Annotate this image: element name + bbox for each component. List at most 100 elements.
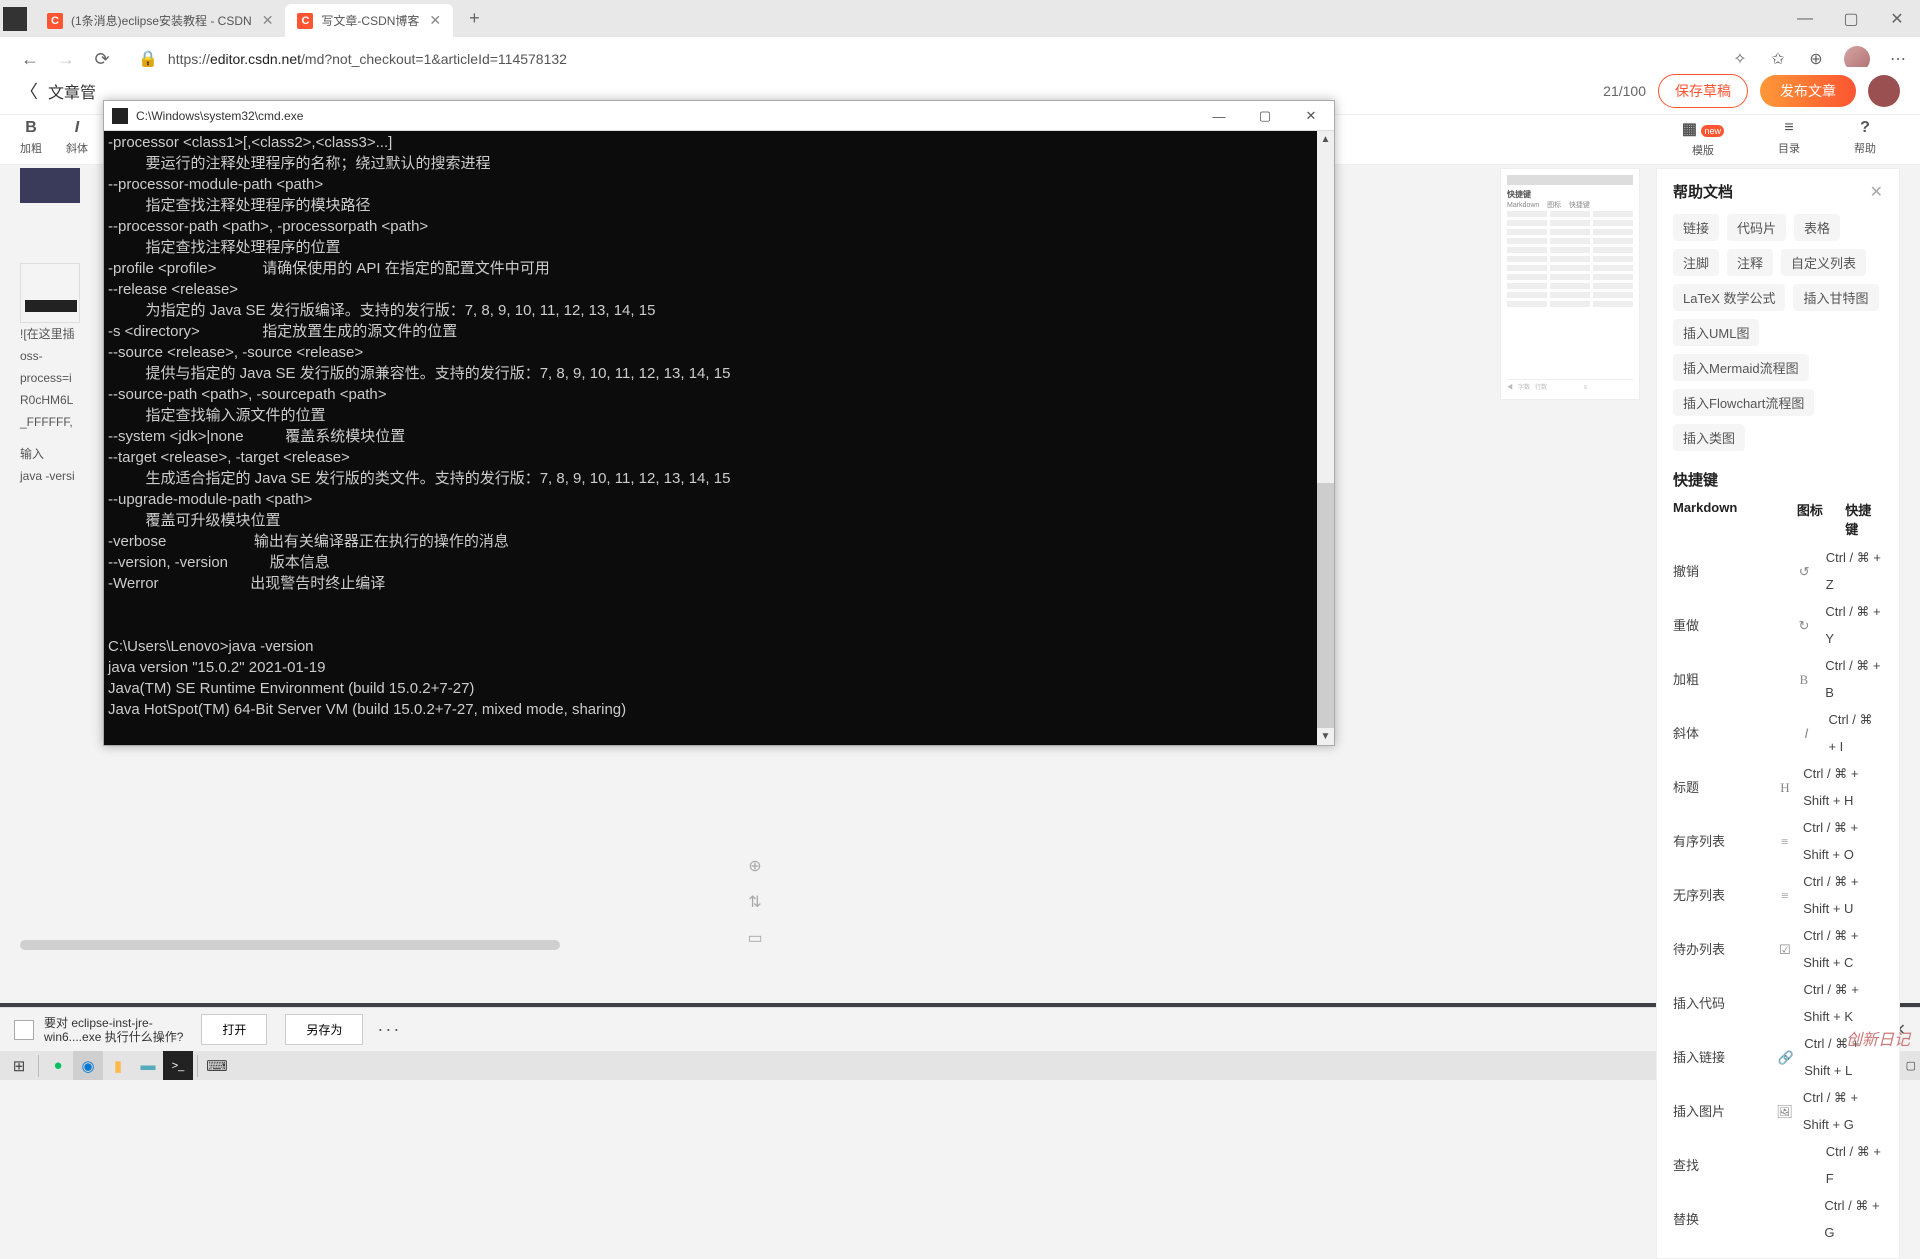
editor-scrollbar[interactable] [20, 940, 760, 950]
shortcut-row: 撤销↺Ctrl / ⌘ + Z [1673, 544, 1883, 598]
shortcut-row: 插入代码Ctrl / ⌘ + Shift + K [1673, 976, 1883, 1030]
notifications-icon[interactable]: ▢ [1906, 1059, 1916, 1072]
help-title: 帮助文档 [1673, 181, 1733, 202]
toc-button[interactable]: ≡目录 [1778, 119, 1800, 158]
tab-title: (1条消息)eclipse安装教程 - CSDN [71, 12, 252, 29]
scroll-down-icon[interactable]: ▼ [1317, 728, 1334, 745]
help-tag[interactable]: 表格 [1794, 214, 1840, 241]
help-tag[interactable]: LaTeX 数学公式 [1673, 284, 1785, 311]
scroll-up-icon[interactable]: ▲ [1317, 131, 1334, 148]
editor-left-content[interactable]: ![在这里插 oss- process=i R0cHM6L _FFFFFF, 输… [20, 168, 105, 487]
editor-text: oss- [20, 345, 105, 367]
title-char-count: 21/100 [1603, 83, 1646, 99]
minimize-button[interactable]: — [1782, 0, 1828, 37]
help-tag[interactable]: 插入甘特图 [1793, 284, 1878, 311]
publish-button[interactable]: 发布文章 [1760, 75, 1856, 107]
shortcut-row: 插入图片🖼Ctrl / ⌘ + Shift + G [1673, 1084, 1883, 1138]
cmd-content[interactable]: -processor <class1>[,<class2>,<class3>..… [104, 131, 1334, 745]
help-tag[interactable]: 插入类图 [1673, 424, 1745, 451]
scroll-thumb[interactable] [1317, 483, 1334, 743]
shortcut-list: 撤销↺Ctrl / ⌘ + Z重做↻Ctrl / ⌘ + Y加粗BCtrl / … [1673, 544, 1883, 1246]
editor-text: R0cHM6L [20, 389, 105, 411]
help-tag[interactable]: 插入Mermaid流程图 [1673, 354, 1809, 381]
help-tag[interactable]: 注脚 [1673, 249, 1719, 276]
cmd-title: C:\Windows\system32\cmd.exe [136, 109, 303, 123]
cmd-icon [112, 108, 128, 124]
sync-scroll-icon[interactable]: ⇅ [744, 891, 766, 913]
help-panel: 帮助文档 ✕ 链接代码片表格注脚注释自定义列表 LaTeX 数学公式插入甘特图插入… [1656, 168, 1900, 1259]
editor-text: ![在这里插 [20, 323, 105, 345]
app-icon[interactable]: ▬ [133, 1051, 163, 1080]
close-icon[interactable]: ✕ [429, 12, 441, 29]
tab-title: 写文章-CSDN博客 [321, 12, 419, 29]
browser-tab-1[interactable]: C 写文章-CSDN博客 ✕ [285, 4, 453, 37]
favorites-icon[interactable]: ✩ [1768, 49, 1788, 69]
favicon-icon: C [297, 13, 313, 29]
help-tag[interactable]: 插入UML图 [1673, 319, 1759, 346]
shortcuts-title: 快捷键 [1673, 469, 1883, 490]
help-tags: 链接代码片表格注脚注释自定义列表 LaTeX 数学公式插入甘特图插入UML图插入M… [1673, 214, 1883, 451]
editor-text: _FFFFFF, [20, 411, 105, 433]
cmd-titlebar[interactable]: C:\Windows\system32\cmd.exe — ▢ ✕ [104, 101, 1334, 131]
close-icon[interactable]: ✕ [262, 12, 274, 29]
maximize-button[interactable]: ▢ [1242, 101, 1288, 131]
start-button[interactable]: ⊞ [4, 1051, 34, 1080]
download-text: 要对 eclipse-inst-jre- win6....exe 执行什么操作? [44, 1016, 183, 1044]
help-button[interactable]: ?帮助 [1854, 119, 1876, 158]
reading-list-icon[interactable]: ✧ [1730, 49, 1750, 69]
target-icon[interactable]: ⊕ [744, 855, 766, 877]
watermark: 创新日记 [1846, 1026, 1910, 1050]
article-title[interactable]: 文章管 [48, 79, 1603, 103]
layout-icon[interactable]: ▭ [744, 927, 766, 949]
tab-bar: C (1条消息)eclipse安装教程 - CSDN ✕ C 写文章-CSDN博… [0, 0, 1920, 37]
help-tag[interactable]: 插入Flowchart流程图 [1673, 389, 1814, 416]
browser-chrome: C (1条消息)eclipse安装教程 - CSDN ✕ C 写文章-CSDN博… [0, 0, 1920, 67]
new-tab-button[interactable]: + [461, 8, 488, 29]
menu-icon[interactable]: ⋯ [1888, 49, 1908, 69]
close-button[interactable]: ✕ [1874, 0, 1920, 37]
app-icon[interactable] [3, 7, 27, 31]
terminal-icon[interactable]: >_ [163, 1051, 193, 1080]
editor-text: process=i [20, 367, 105, 389]
preview-thumbnail[interactable]: 快捷键 Markdown 图标 快捷键 ◀ 字数 行数 ≡ [1500, 168, 1640, 400]
right-panels: 快捷键 Markdown 图标 快捷键 ◀ 字数 行数 ≡ 帮助文档 ✕ 链接代… [1500, 168, 1900, 1259]
editor-float-tools: ⊕ ⇅ ▭ [744, 855, 766, 949]
shortcut-row: 斜体𝐼Ctrl / ⌘ + I [1673, 706, 1883, 760]
help-tag[interactable]: 注释 [1727, 249, 1773, 276]
shortcut-row: 重做↻Ctrl / ⌘ + Y [1673, 598, 1883, 652]
back-icon[interactable]: 〈 [20, 78, 38, 104]
close-icon[interactable]: ✕ [1870, 182, 1883, 202]
shortcut-row: 加粗BCtrl / ⌘ + B [1673, 652, 1883, 706]
edge-icon[interactable]: ◉ [73, 1051, 103, 1080]
keyboard-icon[interactable]: ⌨ [202, 1051, 232, 1080]
save-as-button[interactable]: 另存为 [285, 1014, 363, 1045]
user-avatar[interactable] [1868, 75, 1900, 107]
shortcut-row: 有序列表≡Ctrl / ⌘ + Shift + O [1673, 814, 1883, 868]
collections-icon[interactable]: ⊕ [1806, 49, 1826, 69]
shortcut-row: 待办列表☑Ctrl / ⌘ + Shift + C [1673, 922, 1883, 976]
embedded-image [20, 263, 80, 323]
help-tag[interactable]: 自定义列表 [1781, 249, 1866, 276]
browser-tab-0[interactable]: C (1条消息)eclipse安装教程 - CSDN ✕ [35, 4, 285, 37]
help-tag[interactable]: 链接 [1673, 214, 1719, 241]
wechat-icon[interactable]: ● [43, 1051, 73, 1080]
minimize-button[interactable]: — [1196, 101, 1242, 131]
close-button[interactable]: ✕ [1288, 101, 1334, 131]
editor-text: java -versi [20, 465, 105, 487]
url-text: https://editor.csdn.net/md?not_checkout=… [168, 51, 567, 67]
help-tag[interactable]: 代码片 [1727, 214, 1786, 241]
more-icon[interactable]: ··· [377, 1019, 401, 1040]
shortcut-row: 无序列表≡Ctrl / ⌘ + Shift + U [1673, 868, 1883, 922]
template-button[interactable]: ▦ new模版 [1682, 119, 1724, 158]
lock-icon: 🔒 [138, 49, 158, 69]
shortcut-row: 标题HCtrl / ⌘ + Shift + H [1673, 760, 1883, 814]
cmd-scrollbar[interactable]: ▲▼ [1317, 131, 1334, 745]
explorer-icon[interactable]: ▮ [103, 1051, 133, 1080]
editor-text: 输入 [20, 443, 105, 465]
maximize-button[interactable]: ▢ [1828, 0, 1874, 37]
open-button[interactable]: 打开 [201, 1014, 267, 1045]
shortcut-row: 替换Ctrl / ⌘ + G [1673, 1192, 1883, 1246]
bold-button[interactable]: B加粗 [20, 119, 42, 156]
save-draft-button[interactable]: 保存草稿 [1658, 74, 1748, 108]
italic-button[interactable]: I斜体 [66, 119, 88, 156]
